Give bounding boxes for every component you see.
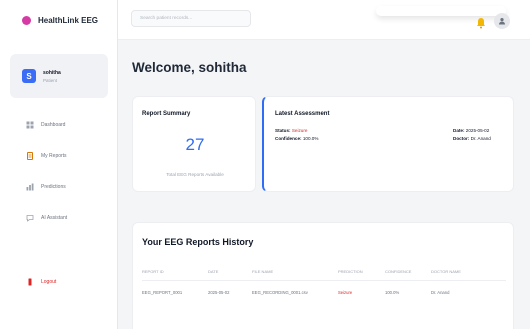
latest-assessment-card: Latest Assessment Status: Seizure Confid…: [262, 96, 514, 192]
sidebar: HealthLink EEG S sohitha Patient Dashboa…: [0, 0, 118, 329]
date-label: Date:: [453, 128, 465, 133]
user-icon: [499, 18, 505, 25]
sidebar-item-label: AI Assistant: [41, 215, 68, 221]
doctor-field: Doctor: Dr. Anand: [453, 136, 491, 141]
reports-table: REPORT ID DATE FILE NAME PREDICTION CONF…: [142, 263, 506, 303]
avatar: S: [22, 69, 36, 83]
report-count-caption: Total EEG Reports Available: [166, 172, 224, 177]
brand-logo-icon: [22, 15, 31, 25]
confidence-cell: 100.0%: [385, 289, 400, 295]
status-label: Status:: [275, 128, 291, 133]
prediction-cell: Seizure: [338, 289, 353, 295]
column-header[interactable]: REPORT ID: [142, 269, 208, 274]
page-title: Welcome, sohitha: [132, 60, 247, 75]
logout-button[interactable]: Logout: [26, 278, 56, 286]
user-card[interactable]: S sohitha Patient: [10, 54, 108, 98]
card-title: Latest Assessment: [275, 111, 330, 117]
doctor-name-cell: Dr. Anand: [431, 289, 450, 295]
profile-button[interactable]: [494, 13, 510, 29]
column-header[interactable]: FILE NAME: [252, 269, 338, 274]
file-name-cell: EEG_RECORDING_0001.csv: [252, 289, 308, 295]
chart-icon: [26, 183, 34, 191]
sidebar-item-my-reports[interactable]: My Reports: [0, 149, 118, 163]
search-input[interactable]: Search patient records...: [131, 10, 251, 27]
column-header[interactable]: PREDICTION: [338, 269, 385, 274]
status-field: Status: Seizure: [275, 128, 307, 133]
reports-history-card: Your EEG Reports History REPORT ID DATE …: [132, 222, 514, 329]
sidebar-nav: Dashboard My Reports Predictions AI Assi…: [0, 118, 118, 242]
sidebar-item-label: Predictions: [41, 184, 66, 190]
document-icon: [26, 152, 34, 160]
date-field: Date: 2025-05-02: [453, 128, 489, 133]
sidebar-item-label: My Reports: [41, 153, 67, 159]
logout-icon: [26, 278, 34, 286]
sidebar-item-ai-assistant[interactable]: AI Assistant: [0, 211, 118, 225]
report-count: 27: [185, 135, 205, 154]
report-id-cell: EEG_REPORT_0001: [142, 289, 183, 295]
status-value: Seizure: [291, 128, 308, 133]
sidebar-item-dashboard[interactable]: Dashboard: [0, 118, 118, 132]
bell-icon[interactable]: [476, 16, 486, 29]
doctor-label: Doctor:: [453, 136, 470, 141]
table-row[interactable]: EEG_REPORT_0001 2025-05-02 EEG_RECORDING…: [142, 281, 506, 303]
chat-icon: [26, 214, 34, 222]
user-name: sohitha: [43, 69, 61, 76]
search-placeholder: Search patient records...: [140, 16, 193, 21]
report-summary-card: Report Summary 27 Total EEG Reports Avai…: [132, 96, 256, 192]
date-value: 2025-05-02: [465, 128, 490, 133]
card-title: Report Summary: [142, 111, 191, 117]
date-cell: 2025-05-02: [208, 289, 230, 295]
brand[interactable]: HealthLink EEG: [0, 0, 117, 40]
table-header: REPORT ID DATE FILE NAME PREDICTION CONF…: [142, 263, 506, 281]
confidence-label: Confidence:: [275, 136, 302, 141]
topbar: Search patient records...: [118, 0, 530, 40]
column-header[interactable]: DATE: [208, 269, 252, 274]
logout-label: Logout: [41, 279, 57, 285]
column-header[interactable]: CONFIDENCE: [385, 269, 431, 274]
confidence-field: Confidence: 100.0%: [275, 136, 318, 141]
user-role: Patient: [43, 77, 58, 83]
column-header[interactable]: DOCTOR NAME: [431, 269, 506, 274]
sidebar-item-label: Dashboard: [41, 122, 66, 128]
brand-name: HealthLink EEG: [38, 15, 99, 25]
sidebar-item-predictions[interactable]: Predictions: [0, 180, 118, 194]
card-title: Your EEG Reports History: [142, 237, 254, 247]
doctor-value: Dr. Anand: [470, 136, 491, 141]
grid-icon: [26, 121, 34, 129]
toolbar-shadow: [376, 6, 506, 16]
confidence-value: 100.0%: [302, 136, 319, 141]
